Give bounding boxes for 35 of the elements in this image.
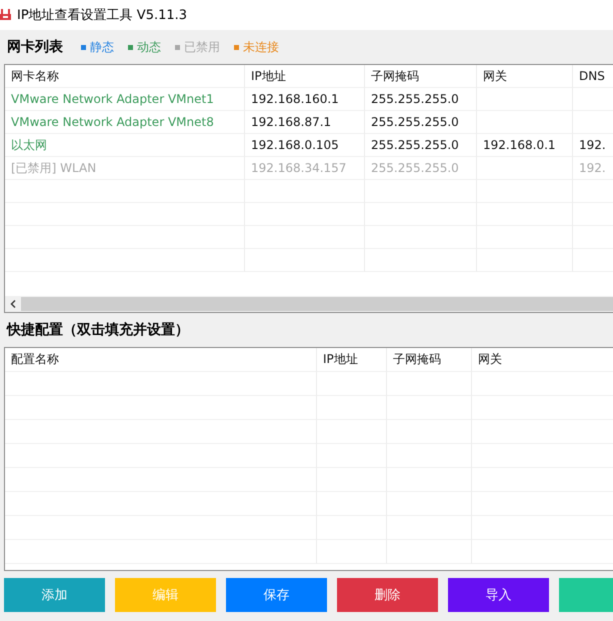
table-cell: 192. xyxy=(573,134,613,157)
column-header[interactable]: 配置名称 xyxy=(5,348,317,372)
table-cell: 255.255.255.0 xyxy=(365,88,477,111)
window-title: IP地址查看设置工具 V5.11.3 xyxy=(17,7,188,24)
table-cell: VMware Network Adapter VMnet1 xyxy=(5,88,245,111)
table-cell: 192.168.160.1 xyxy=(245,88,365,111)
section-title: 网卡列表 xyxy=(7,38,63,56)
table-cell: 255.255.255.0 xyxy=(365,134,477,157)
column-header[interactable]: 子网掩码 xyxy=(387,348,472,372)
legend-label: 未连接 xyxy=(243,38,279,56)
column-header[interactable]: 网卡名称 xyxy=(5,65,245,88)
table-cell: 以太网 xyxy=(5,134,245,157)
table-cell: 192. xyxy=(573,157,613,180)
legend-label: 动态 xyxy=(137,38,161,56)
action-button[interactable]: 保存 xyxy=(226,578,327,612)
table-cell: VMware Network Adapter VMnet8 xyxy=(5,111,245,134)
legend-label: 已禁用 xyxy=(184,38,220,56)
section-title: 快捷配置（双击填充并设置） xyxy=(7,321,189,339)
column-header[interactable]: IP地址 xyxy=(245,65,365,88)
table-cell: 192.168.0.1 xyxy=(477,134,573,157)
legend-label: 静态 xyxy=(90,38,114,56)
table-cell: 255.255.255.0 xyxy=(365,111,477,134)
horizontal-scrollbar[interactable] xyxy=(5,296,613,312)
table-cell: 192.168.34.157 xyxy=(245,157,365,180)
action-button[interactable]: 删除 xyxy=(337,578,438,612)
table-cell: 192.168.87.1 xyxy=(245,111,365,134)
table-cell: 192.168.0.105 xyxy=(245,134,365,157)
column-header[interactable]: DNS xyxy=(573,65,613,88)
column-header[interactable]: IP地址 xyxy=(317,348,387,372)
table-cell: 255.255.255.0 xyxy=(365,157,477,180)
action-button[interactable]: 导入 xyxy=(448,578,549,612)
column-header[interactable]: 网关 xyxy=(472,348,613,372)
column-header[interactable]: 子网掩码 xyxy=(365,65,477,88)
column-header[interactable]: 网关 xyxy=(477,65,573,88)
table-cell: [已禁用] WLAN xyxy=(5,157,245,180)
